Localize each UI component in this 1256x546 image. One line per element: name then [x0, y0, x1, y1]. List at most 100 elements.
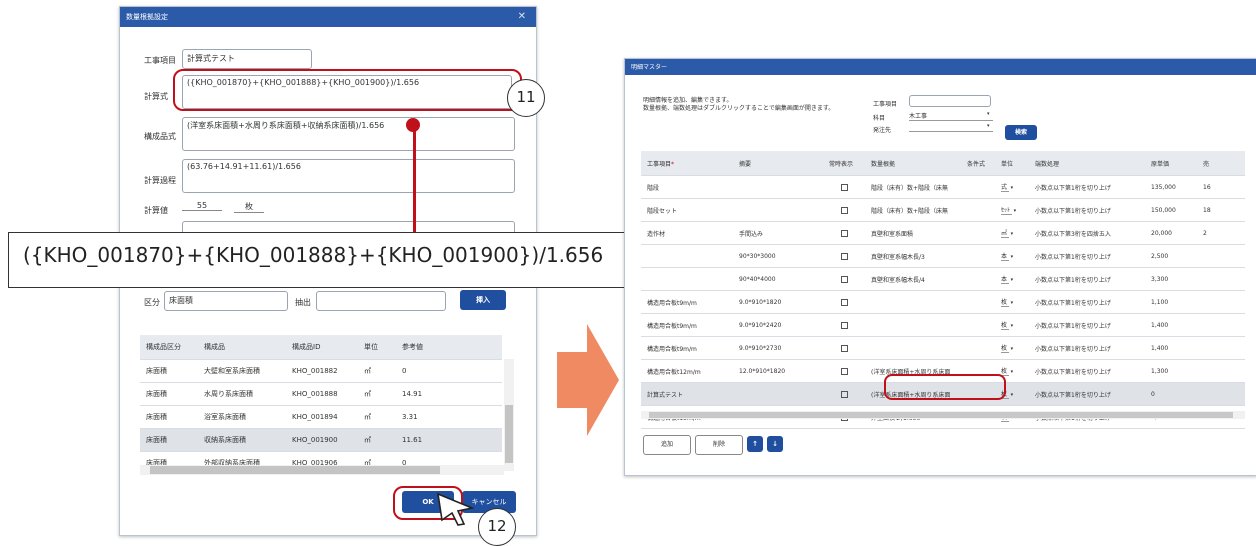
checkbox-icon[interactable] [840, 321, 848, 329]
filter-subject-select[interactable]: 木工事 [909, 111, 993, 121]
master-cell [1197, 359, 1245, 383]
master-cell [641, 244, 733, 268]
chevron-down-icon: ▾ [1009, 231, 1014, 237]
checkbox-icon[interactable] [840, 183, 848, 191]
master-row[interactable]: 階段セット 階段（床有）数+階段（床無 ｾｯﾄ ▾ 小数点以下第1桁を切り上げ 150,… [641, 198, 1245, 222]
unit-select[interactable]: 枚 ▾ [995, 290, 1029, 314]
unit-select[interactable]: 式 ▾ [995, 175, 1029, 199]
master-cell: 階段 [641, 175, 733, 199]
filter-subject-label: 科目 [873, 115, 886, 122]
unit-value: 枚 [1001, 299, 1010, 307]
checkbox-icon[interactable] [840, 344, 848, 352]
scrollbar-thumb[interactable] [150, 466, 440, 474]
always-show-checkbox[interactable] [823, 382, 865, 406]
master-cell: 構造用合板t12m/m [641, 359, 733, 383]
checkbox-icon[interactable] [840, 206, 848, 214]
checkbox-icon[interactable] [840, 298, 848, 306]
master-cell: 9.0*910*2420 [733, 313, 823, 337]
master-cell: 2,500 [1145, 244, 1197, 268]
always-show-checkbox[interactable] [823, 290, 865, 314]
vertical-scrollbar[interactable] [504, 359, 514, 471]
table-row[interactable]: 床面積 大壁和室系床面積 KHO_001882 ㎡ 0 [140, 359, 502, 383]
filter-orderer-label: 発注先 [873, 127, 892, 134]
master-row[interactable]: 構造用合板t9m/m 9.0*910*2730 枚 ▾ 小数点以下第1桁を切り上げ 1,… [641, 336, 1245, 360]
master-cell: 90*40*4000 [733, 267, 823, 291]
master-cell: 小数点以下第1桁を切り上げ [1029, 198, 1145, 222]
scrollbar-thumb[interactable] [649, 412, 1233, 418]
checkbox-icon[interactable] [840, 275, 848, 283]
master-cell: 真壁和室系幅木長/4 [865, 267, 961, 291]
chevron-down-icon: ▾ [1009, 300, 1014, 306]
master-row[interactable]: 90*40*4000 真壁和室系幅木長/4 本 ▾ 小数点以下第1桁を切り上げ 3,30… [641, 267, 1245, 291]
master-cell [961, 267, 995, 291]
filter-orderer-select[interactable] [909, 123, 993, 132]
always-show-checkbox[interactable] [823, 175, 865, 199]
unit-select[interactable]: ㎡ ▾ [995, 221, 1029, 245]
table-row[interactable]: 床面積 水周り系床面積 KHO_001888 ㎡ 14.91 [140, 382, 502, 406]
always-show-checkbox[interactable] [823, 359, 865, 383]
process-field[interactable]: (63.76+14.91+11.61)/1.656 [182, 159, 515, 193]
always-show-checkbox[interactable] [823, 267, 865, 291]
master-cell [1197, 267, 1245, 291]
component-formula-field[interactable]: (洋室系床面積+水周り系床面積+収納系床面積)/1.656 [182, 117, 515, 151]
filter-item-field[interactable] [909, 95, 991, 107]
filter-item-label: 工事項目 [873, 101, 898, 108]
master-row[interactable]: 構造用合板t9m/m 9.0*910*2420 枚 ▾ 小数点以下第1桁を切り上げ 1,… [641, 313, 1245, 337]
always-show-checkbox[interactable] [823, 336, 865, 360]
always-show-checkbox[interactable] [823, 221, 865, 245]
master-title-bar: 明細マスター [625, 59, 1256, 75]
master-row[interactable]: 階段 階段（床有）数+階段（床無式 ▾ 小数点以下第1桁を切り上げ 135,000 16 [641, 175, 1245, 199]
always-show-checkbox[interactable] [823, 244, 865, 268]
checkbox-icon[interactable] [840, 390, 848, 398]
unit-select[interactable]: 本 ▾ [995, 244, 1029, 268]
unit-select[interactable]: 枚 ▾ [995, 336, 1029, 360]
unit-select[interactable]: 本 ▾ [995, 267, 1029, 291]
move-down-button[interactable]: ↓ [767, 436, 783, 452]
master-header-row: 工事項目* 摘要 常時表示 数量根拠 条件式 単位 端数処理 原単価 売 [641, 151, 1245, 176]
cell: 浴室系床面積 [198, 405, 286, 429]
master-row[interactable]: 構造用合板t9m/m 9.0*910*1820 枚 ▾ 小数点以下第1桁を切り上げ 1,… [641, 290, 1245, 314]
insert-button[interactable]: 挿入 [460, 290, 506, 310]
master-cell: 計算式テスト [641, 382, 733, 406]
checkbox-icon[interactable] [840, 229, 848, 237]
table-row-selected[interactable]: 床面積 収納系床面積 KHO_001900 ㎡ 11.61 [140, 428, 502, 452]
master-cell: 1,400 [1145, 336, 1197, 360]
master-cell [1197, 244, 1245, 268]
master-row[interactable]: 90*30*3000 真壁和室系幅木長/3 本 ▾ 小数点以下第1桁を切り上げ 2,50… [641, 244, 1245, 268]
scrollbar-thumb[interactable] [505, 405, 513, 463]
value-label: 計算値 [144, 206, 168, 215]
chevron-down-icon: ▾ [1009, 346, 1014, 352]
master-cell [1197, 290, 1245, 314]
unit-select[interactable]: 枚 ▾ [995, 313, 1029, 337]
mouse-cursor-icon [436, 492, 476, 530]
master-cell [1197, 382, 1245, 406]
search-button[interactable]: 検索 [1005, 125, 1037, 140]
checkbox-icon[interactable] [840, 252, 848, 260]
master-horizontal-scrollbar[interactable] [641, 411, 1245, 419]
category-field[interactable]: 床面積 [164, 291, 288, 311]
table-row[interactable]: 床面積 浴室系床面積 KHO_001894 ㎡ 3.31 [140, 405, 502, 429]
cell: 床面積 [140, 405, 198, 429]
master-cell: 小数点以下第1桁を切り上げ [1029, 336, 1145, 360]
arrow-up-icon: ↑ [752, 440, 758, 448]
checkbox-icon[interactable] [840, 367, 848, 375]
extract-field[interactable] [316, 291, 446, 311]
horizontal-scrollbar[interactable] [140, 465, 504, 475]
chevron-down-icon: ▾ [1009, 323, 1014, 329]
delete-button[interactable]: 削除 [695, 435, 743, 455]
master-row[interactable]: 造作材 手間込み 真壁和室系面積㎡ ▾ 小数点以下第3桁を四捨五入 20,000 2 [641, 221, 1245, 245]
cell: 床面積 [140, 428, 198, 452]
move-up-button[interactable]: ↑ [747, 436, 763, 452]
unit-select[interactable]: ｾｯﾄ ▾ [995, 198, 1029, 222]
extract-label: 抽出 [295, 298, 311, 307]
master-cell: 0 [1145, 382, 1197, 406]
master-cell: 12.0*910*1820 [733, 359, 823, 383]
add-button[interactable]: 追加 [643, 435, 691, 455]
category-label: 区分 [144, 298, 160, 307]
chevron-down-icon: ▾ [1009, 369, 1014, 375]
always-show-checkbox[interactable] [823, 198, 865, 222]
chevron-down-icon: ▾ [987, 123, 990, 129]
item-field[interactable]: 計算式テスト [182, 49, 312, 69]
always-show-checkbox[interactable] [823, 313, 865, 337]
close-icon[interactable]: ✕ [518, 7, 526, 27]
